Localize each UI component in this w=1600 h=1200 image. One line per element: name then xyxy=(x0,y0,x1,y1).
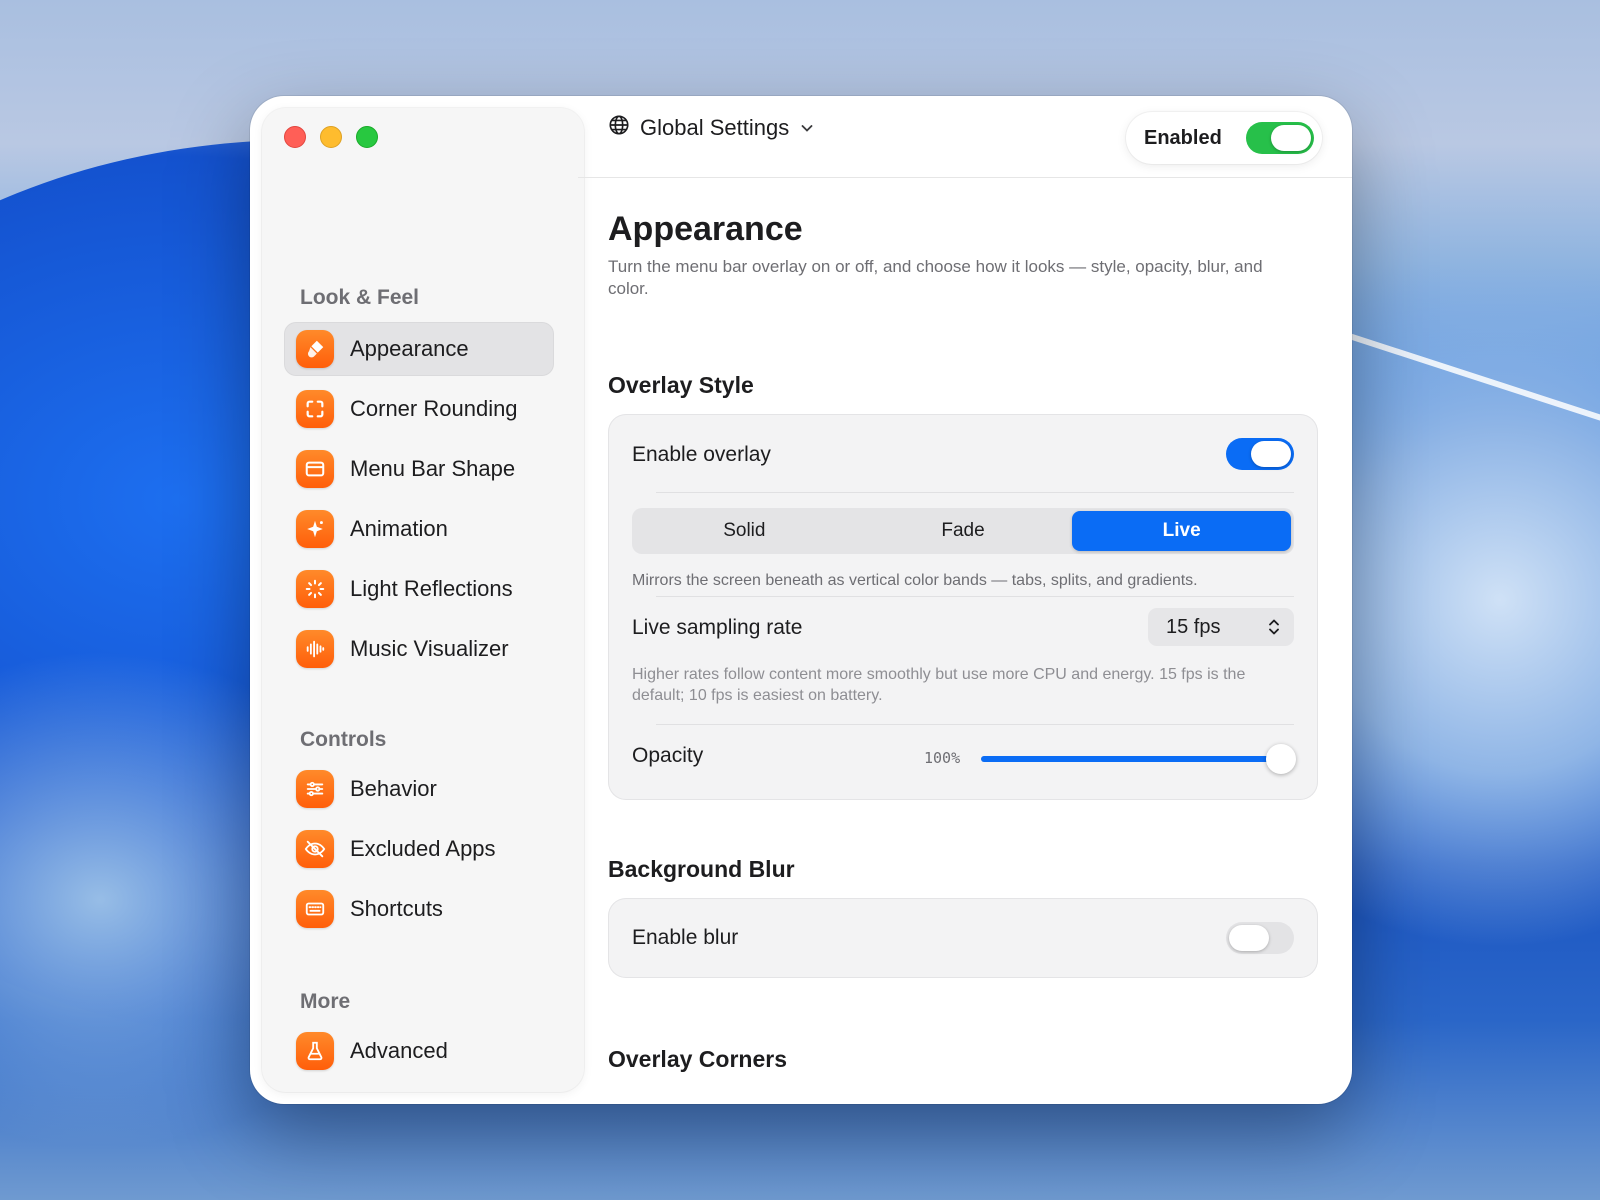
sidebar-item-label: Corner Rounding xyxy=(350,396,518,421)
segment-solid[interactable]: Solid xyxy=(635,511,854,551)
keyboard-icon xyxy=(296,890,334,928)
page-subtitle: Turn the menu bar overlay on or off, and… xyxy=(608,257,1263,298)
opacity-slider[interactable] xyxy=(981,744,1296,774)
paintbrush-icon xyxy=(296,330,334,368)
enabled-label: Enabled xyxy=(1144,126,1222,149)
enable-overlay-toggle[interactable] xyxy=(1226,438,1294,470)
sidebar-item-menu-bar-shape[interactable]: Menu Bar Shape xyxy=(284,442,554,496)
sidebar-item-label: Menu Bar Shape xyxy=(350,456,516,481)
main-content: Global Settings Enabled Appearance Turn … xyxy=(578,96,1352,1104)
chevron-updown-icon xyxy=(1269,619,1279,635)
overlay-style-card: Enable overlay Solid Fade Live Mirrors t… xyxy=(608,414,1318,800)
globe-icon xyxy=(608,114,630,142)
opacity-slider-thumb[interactable] xyxy=(1266,744,1296,774)
sidebar: Look & Feel Appearance Corner Rounding M… xyxy=(262,108,584,1092)
segment-fade[interactable]: Fade xyxy=(854,511,1073,551)
enable-blur-label: Enable blur xyxy=(632,926,739,949)
sidebar-item-label: Advanced xyxy=(350,1038,448,1063)
settings-window: Look & Feel Appearance Corner Rounding M… xyxy=(250,96,1352,1104)
section-title-controls: Controls xyxy=(300,728,387,751)
group-title-background-blur: Background Blur xyxy=(608,856,795,882)
top-bar: Global Settings Enabled xyxy=(578,96,1352,178)
scope-label: Global Settings xyxy=(640,115,790,140)
page-title: Appearance xyxy=(608,210,803,248)
sampling-rate-hint: Higher rates follow content more smoothl… xyxy=(632,666,1246,704)
sparkle-icon xyxy=(296,510,334,548)
enable-blur-toggle[interactable] xyxy=(1226,922,1294,954)
sampling-rate-label: Live sampling rate xyxy=(632,616,803,639)
minimize-button[interactable] xyxy=(320,126,342,148)
enable-overlay-label: Enable overlay xyxy=(632,443,771,466)
sun-rays-icon xyxy=(296,570,334,608)
section-title-more: More xyxy=(300,990,351,1013)
flask-icon xyxy=(296,1032,334,1070)
sidebar-item-corner-rounding[interactable]: Corner Rounding xyxy=(284,382,554,436)
overlay-mode-segmented-control: Solid Fade Live xyxy=(632,508,1294,554)
enabled-toggle[interactable] xyxy=(1246,122,1314,154)
sidebar-item-label: Music Visualizer xyxy=(350,636,509,661)
menubar-icon xyxy=(296,450,334,488)
opacity-value: 100% xyxy=(924,749,961,767)
traffic-lights xyxy=(284,126,378,148)
enabled-control: Enabled xyxy=(1126,112,1322,164)
zoom-button[interactable] xyxy=(356,126,378,148)
sidebar-item-label: Shortcuts xyxy=(350,896,443,921)
sidebar-item-appearance[interactable]: Appearance xyxy=(284,322,554,376)
sidebar-item-music-visualizer[interactable]: Music Visualizer xyxy=(284,622,554,676)
sidebar-item-label: Light Reflections xyxy=(350,576,513,601)
sidebar-item-shortcuts[interactable]: Shortcuts xyxy=(284,882,554,936)
waveform-icon xyxy=(296,630,334,668)
sidebar-item-advanced[interactable]: Advanced xyxy=(284,1024,554,1078)
sidebar-item-label: Behavior xyxy=(350,776,437,801)
sidebar-item-animation[interactable]: Animation xyxy=(284,502,554,556)
corners-icon xyxy=(296,390,334,428)
close-button[interactable] xyxy=(284,126,306,148)
chevron-down-icon xyxy=(801,125,813,132)
sampling-rate-value: 15 fps xyxy=(1166,615,1221,638)
sidebar-item-label: Animation xyxy=(350,516,448,541)
sidebar-item-label: Excluded Apps xyxy=(350,836,496,861)
sidebar-item-label: Appearance xyxy=(350,336,469,361)
group-title-overlay-corners: Overlay Corners xyxy=(608,1046,787,1072)
background-blur-card: Enable blur xyxy=(608,898,1318,978)
sampling-rate-select[interactable]: 15 fps xyxy=(1148,608,1294,646)
segment-live[interactable]: Live xyxy=(1072,511,1292,551)
group-title-overlay-style: Overlay Style xyxy=(608,372,754,398)
sidebar-item-light-reflections[interactable]: Light Reflections xyxy=(284,562,554,616)
section-title-look-feel: Look & Feel xyxy=(300,286,420,309)
sidebar-item-excluded-apps[interactable]: Excluded Apps xyxy=(284,822,554,876)
eye-slash-icon xyxy=(296,830,334,868)
scope-selector[interactable]: Global Settings xyxy=(608,114,815,142)
sliders-icon xyxy=(296,770,334,808)
mode-hint: Mirrors the screen beneath as vertical c… xyxy=(632,572,1198,589)
sidebar-item-behavior[interactable]: Behavior xyxy=(284,762,554,816)
opacity-label: Opacity xyxy=(632,744,704,767)
